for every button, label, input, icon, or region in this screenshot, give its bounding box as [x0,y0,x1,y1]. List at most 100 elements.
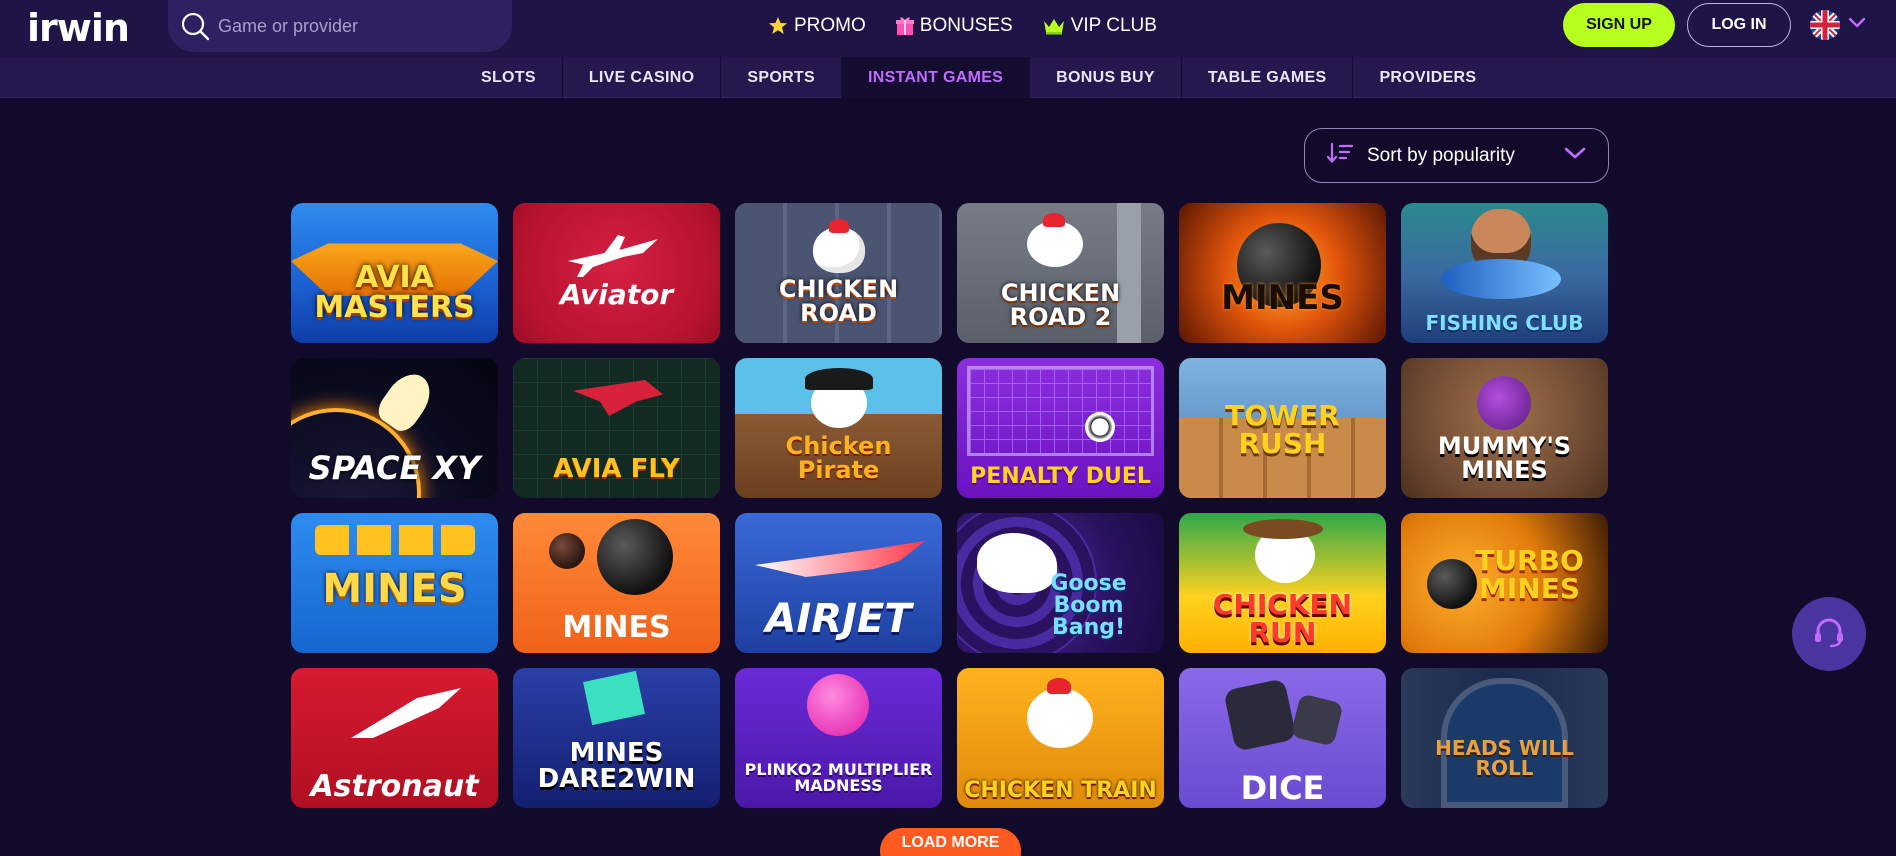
cards-decor [315,525,475,555]
crown-icon [1043,17,1065,35]
game-title: Chicken Pirate [785,432,892,484]
game-tile-turbo-mines[interactable]: TURBO MINES [1401,513,1608,653]
ball-icon [1085,412,1115,442]
chicken-icon [813,227,865,273]
nav-promo-label: PROMO [794,15,866,36]
gem-icon [583,670,645,726]
game-title: CHICKEN ROAD 2 [1000,279,1121,331]
nav-vip-club-label: VIP CLUB [1070,15,1157,36]
game-tile-mummys-mines[interactable]: MUMMY'S MINES [1401,358,1608,498]
game-tile-airjet[interactable]: AIRJET [735,513,942,653]
game-tile-space-xy[interactable]: SPACE XY [291,358,498,498]
category-nav: SLOTS LIVE CASINO SPORTS INSTANT GAMES B… [0,57,1896,98]
comb-decor [1047,678,1071,694]
comb-decor [1043,213,1065,227]
game-title: CHICKEN ROAD [778,275,899,327]
tab-providers[interactable]: PROVIDERS [1353,57,1502,98]
nav-promo[interactable]: PROMO [768,15,866,37]
game-title: MINES DARE2WIN [537,738,696,794]
game-tile-chicken-run[interactable]: CHICKEN RUN [1179,513,1386,653]
bomb-icon [549,533,585,569]
game-tile-fishing-club[interactable]: FISHING CLUB [1401,203,1608,343]
game-tile-chicken-train[interactable]: CHICKEN TRAIN [957,668,1164,808]
gift-icon [895,16,914,36]
game-title: Astronaut [310,769,479,804]
load-more-button[interactable]: LOAD MORE [880,828,1021,856]
search-bar [168,0,512,52]
support-chat-button[interactable] [1792,597,1866,671]
tab-bonus-buy[interactable]: BONUS BUY [1030,57,1182,98]
tab-sports[interactable]: SPORTS [721,57,842,98]
game-title: MINES [322,566,467,612]
language-selector[interactable] [1810,10,1866,40]
game-tile-mines-2[interactable]: MINES [291,513,498,653]
game-grid: AVIA MASTERS Aviator CHICKEN ROAD CHICKE… [291,203,1609,808]
chicken-icon [1027,688,1093,748]
game-tile-mines-dare2win[interactable]: MINES DARE2WIN [513,668,720,808]
tab-slots[interactable]: SLOTS [455,57,563,98]
game-tile-penalty-duel[interactable]: PENALTY DUEL [957,358,1164,498]
tab-live-casino[interactable]: LIVE CASINO [563,57,722,98]
game-tile-plinko2[interactable]: PLINKO2 MULTIPLIER MADNESS [735,668,942,808]
nav-vip-club[interactable]: VIP CLUB [1043,15,1157,37]
game-tile-goose-boom-bang[interactable]: Goose Boom Bang! [957,513,1164,653]
nav-bonuses[interactable]: BONUSES [895,15,1013,37]
pirate-hat-decor [805,368,873,390]
game-tile-heads-will-roll[interactable]: HEADS WILL ROLL [1401,668,1608,808]
headset-icon [1812,615,1846,654]
game-tile-astronaut[interactable]: Astronaut [291,668,498,808]
sort-icon [1326,142,1354,169]
logo-text: irwin [27,6,130,50]
category-tabs: SLOTS LIVE CASINO SPORTS INSTANT GAMES B… [455,57,1502,98]
fish-icon [1441,259,1561,299]
cowboy-hat-decor [1243,519,1323,539]
chevron-down-icon [1564,146,1586,165]
game-title: SPACE XY [308,449,481,487]
game-title: Goose Boom Bang! [1050,571,1127,640]
comb-decor [829,219,849,233]
game-title: MUMMY'S MINES [1437,432,1572,484]
game-title: TOWER RUSH [1225,399,1340,460]
sort-label: Sort by popularity [1367,144,1515,166]
header-nav: PROMO BONUSES VIP CLUB [768,0,1157,52]
game-tile-avia-masters[interactable]: AVIA MASTERS [291,203,498,343]
game-tile-tower-rush[interactable]: TOWER RUSH [1179,358,1386,498]
search-icon[interactable] [178,9,212,43]
tab-table-games[interactable]: TABLE GAMES [1182,57,1354,98]
top-header: irwin PROMO BONUSES VIP CLUB SIGN UP LO [0,0,1896,57]
game-title: PENALTY DUEL [970,464,1151,489]
game-tile-aviator[interactable]: Aviator [513,203,720,343]
game-tile-mines-3[interactable]: MINES [513,513,720,653]
game-title: PLINKO2 MULTIPLIER MADNESS [744,760,933,795]
game-tile-avia-fly[interactable]: AVIA FLY [513,358,720,498]
game-title: Aviator [559,278,674,311]
game-title: DICE [1240,769,1325,807]
uk-flag-icon [1810,10,1840,40]
site-logo[interactable]: irwin [27,6,130,50]
game-tile-chicken-pirate[interactable]: Chicken Pirate [735,358,942,498]
dice-icon [1290,693,1344,747]
game-title: CHICKEN TRAIN [964,778,1157,803]
chicken-icon [1027,221,1083,267]
jet-icon [755,541,925,577]
signup-button[interactable]: SIGN UP [1563,3,1675,47]
tab-instant-games[interactable]: INSTANT GAMES [841,57,1031,98]
game-title: MINES [1221,278,1344,318]
login-button[interactable]: LOG IN [1687,3,1791,47]
game-title: MINES [562,610,671,645]
game-tile-mines[interactable]: MINES [1179,203,1386,343]
search-input[interactable] [218,15,498,37]
pink-ball-icon [807,674,869,736]
sort-dropdown[interactable]: Sort by popularity [1304,128,1609,183]
rocket-icon [351,688,461,738]
plane-icon [573,380,663,416]
game-title: FISHING CLUB [1425,311,1584,335]
game-tile-chicken-road[interactable]: CHICKEN ROAD [735,203,942,343]
star-icon [768,16,788,36]
game-tile-chicken-road-2[interactable]: CHICKEN ROAD 2 [957,203,1164,343]
bomb-icon [597,519,673,595]
game-title: AVIA FLY [553,454,680,484]
goal-net-decor [967,366,1154,456]
game-title: AIRJET [765,596,912,642]
game-tile-dice[interactable]: DICE [1179,668,1386,808]
